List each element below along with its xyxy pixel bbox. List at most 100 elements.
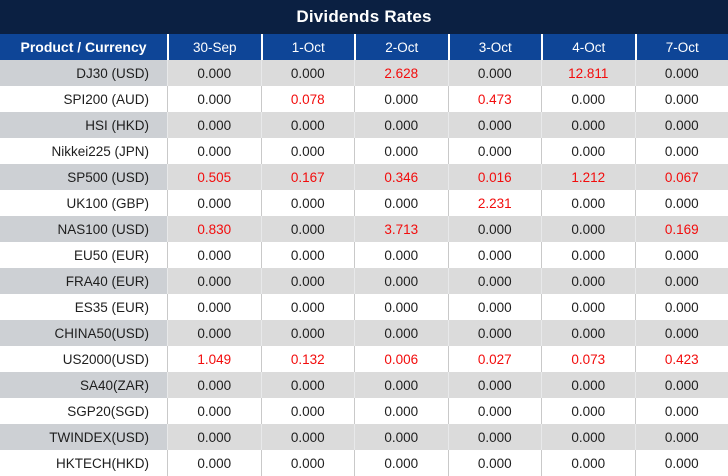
rate-value: 0.000	[541, 112, 635, 138]
rate-value: 12.811	[541, 60, 635, 86]
column-header-2-oct: 2-Oct	[354, 34, 448, 60]
rate-value: 0.000	[354, 450, 448, 476]
product-label: SPI200 (AUD)	[0, 86, 167, 112]
rate-value: 0.000	[447, 112, 541, 138]
product-label: NAS100 (USD)	[0, 216, 167, 242]
rate-value: 0.000	[260, 372, 354, 398]
rate-value: 0.830	[167, 216, 261, 242]
column-header-4-oct: 4-Oct	[541, 34, 635, 60]
product-label: UK100 (GBP)	[0, 190, 167, 216]
rate-value: 0.000	[167, 60, 261, 86]
rate-value: 0.000	[541, 190, 635, 216]
rate-value: 0.000	[167, 112, 261, 138]
rate-value: 0.000	[634, 242, 728, 268]
rate-value: 0.000	[167, 294, 261, 320]
table-row: SGP20(SGD) 0.000 0.000 0.000 0.000 0.000 0.000	[0, 398, 728, 424]
rate-value: 0.000	[541, 86, 635, 112]
rate-value: 0.000	[354, 320, 448, 346]
rate-value: 0.000	[167, 372, 261, 398]
column-header-30-sep: 30-Sep	[167, 34, 261, 60]
rate-value: 0.000	[167, 450, 261, 476]
table-row: CHINA50(USD) 0.000 0.000 0.000 0.000 0.000 0.0…	[0, 320, 728, 346]
rate-value: 0.000	[447, 372, 541, 398]
rate-value: 0.000	[354, 398, 448, 424]
rate-value: 0.000	[447, 138, 541, 164]
product-label: HSI (HKD)	[0, 112, 167, 138]
table-row: HSI (HKD) 0.000 0.000 0.000 0.000 0.000 0.000	[0, 112, 728, 138]
product-label: FRA40 (EUR)	[0, 268, 167, 294]
rate-value: 0.000	[260, 138, 354, 164]
rate-value: 0.423	[634, 346, 728, 372]
rate-value: 0.000	[541, 138, 635, 164]
rate-value: 0.000	[634, 320, 728, 346]
rate-value: 0.000	[634, 450, 728, 476]
product-label: DJ30 (USD)	[0, 60, 167, 86]
rate-value: 0.132	[260, 346, 354, 372]
rate-value: 0.000	[541, 320, 635, 346]
product-label: SP500 (USD)	[0, 164, 167, 190]
rate-value: 0.000	[260, 242, 354, 268]
rate-value: 0.000	[354, 138, 448, 164]
rate-value: 0.000	[354, 242, 448, 268]
rate-value: 0.000	[447, 216, 541, 242]
rate-value: 0.000	[167, 86, 261, 112]
rate-value: 0.000	[447, 450, 541, 476]
panel-title: Dividends Rates	[0, 0, 728, 34]
rate-value: 0.000	[167, 424, 261, 450]
rate-value: 0.000	[634, 138, 728, 164]
rate-value: 0.000	[447, 398, 541, 424]
rate-value: 0.000	[260, 216, 354, 242]
rate-value: 0.000	[447, 424, 541, 450]
rate-value: 0.000	[634, 424, 728, 450]
product-label: Nikkei225 (JPN)	[0, 138, 167, 164]
rate-value: 0.000	[260, 424, 354, 450]
rate-value: 0.000	[354, 268, 448, 294]
rate-value: 2.231	[447, 190, 541, 216]
rate-value: 3.713	[354, 216, 448, 242]
table-row: NAS100 (USD) 0.830 0.000 3.713 0.000 0.000 0.1…	[0, 216, 728, 242]
table-row: SP500 (USD) 0.505 0.167 0.346 0.016 1.212 0.06…	[0, 164, 728, 190]
rate-value: 0.000	[167, 138, 261, 164]
product-label: SA40(ZAR)	[0, 372, 167, 398]
rate-value: 0.000	[634, 190, 728, 216]
rate-value: 0.067	[634, 164, 728, 190]
rate-value: 0.000	[260, 398, 354, 424]
rate-value: 0.000	[541, 372, 635, 398]
rate-value: 0.000	[260, 450, 354, 476]
rate-value: 0.000	[447, 320, 541, 346]
rate-value: 0.000	[541, 398, 635, 424]
column-header-product-currency: Product / Currency	[0, 34, 167, 60]
rate-value: 0.000	[260, 60, 354, 86]
rate-value: 0.346	[354, 164, 448, 190]
rate-value: 0.000	[260, 294, 354, 320]
rate-value: 0.000	[354, 190, 448, 216]
product-label: EU50 (EUR)	[0, 242, 167, 268]
rate-value: 0.000	[447, 294, 541, 320]
column-header-1-oct: 1-Oct	[260, 34, 354, 60]
rate-value: 0.000	[260, 268, 354, 294]
rate-value: 0.473	[447, 86, 541, 112]
rate-value: 1.212	[541, 164, 635, 190]
table-row: TWINDEX(USD) 0.000 0.000 0.000 0.000 0.000 0.0…	[0, 424, 728, 450]
rate-value: 0.000	[634, 398, 728, 424]
rate-value: 0.016	[447, 164, 541, 190]
rate-value: 0.169	[634, 216, 728, 242]
table-row: SPI200 (AUD) 0.000 0.078 0.000 0.473 0.000 0.0…	[0, 86, 728, 112]
table-row: EU50 (EUR) 0.000 0.000 0.000 0.000 0.000 0.000	[0, 242, 728, 268]
rate-value: 0.000	[354, 424, 448, 450]
table-row: Nikkei225 (JPN) 0.000 0.000 0.000 0.000 0.000…	[0, 138, 728, 164]
product-label: TWINDEX(USD)	[0, 424, 167, 450]
product-label: SGP20(SGD)	[0, 398, 167, 424]
rate-value: 0.000	[447, 60, 541, 86]
table-row: ES35 (EUR) 0.000 0.000 0.000 0.000 0.000 0.000	[0, 294, 728, 320]
product-label: US2000(USD)	[0, 346, 167, 372]
rate-value: 0.000	[634, 60, 728, 86]
product-label: CHINA50(USD)	[0, 320, 167, 346]
rate-value: 0.000	[541, 424, 635, 450]
product-label: ES35 (EUR)	[0, 294, 167, 320]
rate-value: 0.000	[634, 112, 728, 138]
table-body: DJ30 (USD) 0.000 0.000 2.628 0.000 12.811 0.00…	[0, 60, 728, 476]
rate-value: 0.000	[447, 242, 541, 268]
rate-value: 0.505	[167, 164, 261, 190]
rate-value: 0.006	[354, 346, 448, 372]
